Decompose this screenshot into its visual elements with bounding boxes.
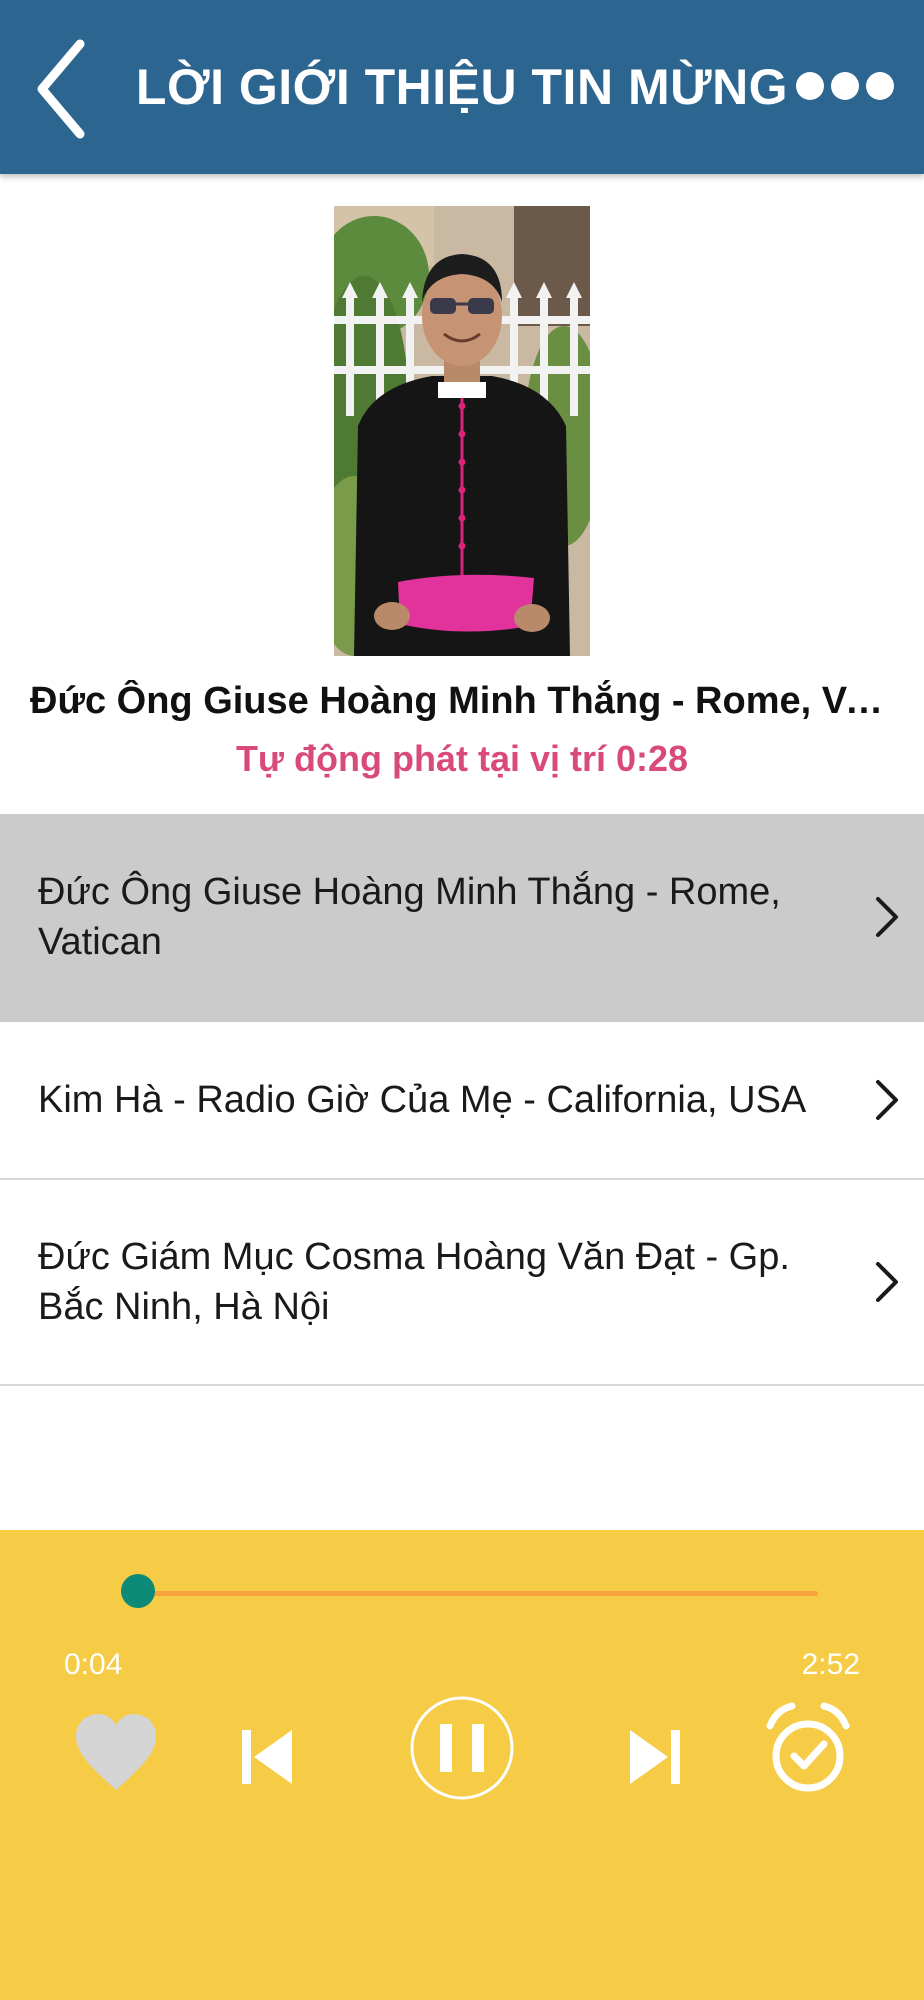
now-playing-title: Đức Ông Giuse Hoàng Minh Thắng - Rome, V… [30,680,894,722]
audio-player: 0:04 2:52 [0,1530,924,2000]
next-button[interactable] [626,1726,682,1788]
chevron-right-icon [876,1262,898,1302]
more-button[interactable] [790,56,900,116]
more-horizontal-icon [796,72,894,100]
back-button[interactable] [30,34,100,144]
list-item-label: Đức Giám Mục Cosma Hoàng Văn Đạt - Gp. B… [38,1236,790,1328]
page-title: LỜI GIỚI THIỆU TIN MỪNG [135,59,789,115]
list-item[interactable]: Đức Giám Mục Cosma Hoàng Văn Đạt - Gp. B… [0,1180,924,1386]
alarm-check-icon [766,1702,850,1792]
autoplay-position-text: Tự động phát tại vị trí 0:28 [235,738,689,779]
previous-button[interactable] [240,1726,296,1788]
pause-icon [410,1696,514,1800]
skip-previous-icon [242,1730,292,1784]
progress-bar[interactable] [122,1591,818,1596]
current-time: 0:04 [64,1648,123,1681]
sleep-timer-button[interactable] [766,1702,850,1798]
speaker-photo [334,206,590,656]
list-item-label: Đức Ông Giuse Hoàng Minh Thắng - Rome, V… [38,871,781,963]
pause-button[interactable] [408,1694,516,1802]
list-item-label: Kim Hà - Radio Giờ Của Mẹ - California, … [38,1079,807,1121]
favorite-button[interactable] [72,1710,160,1794]
chevron-left-icon [37,39,85,139]
total-time: 2:52 [801,1648,860,1681]
chevron-right-icon [876,1080,898,1120]
chevron-right-icon [876,897,898,937]
skip-next-icon [630,1730,680,1784]
track-list: Đức Ông Giuse Hoàng Minh Thắng - Rome, V… [0,814,924,1386]
progress-thumb[interactable] [121,1574,155,1608]
heart-icon [76,1714,156,1790]
list-item[interactable]: Đức Ông Giuse Hoàng Minh Thắng - Rome, V… [0,814,924,1022]
app-header: LỜI GIỚI THIỆU TIN MỪNG [0,0,924,174]
list-item[interactable]: Kim Hà - Radio Giờ Của Mẹ - California, … [0,1022,924,1180]
